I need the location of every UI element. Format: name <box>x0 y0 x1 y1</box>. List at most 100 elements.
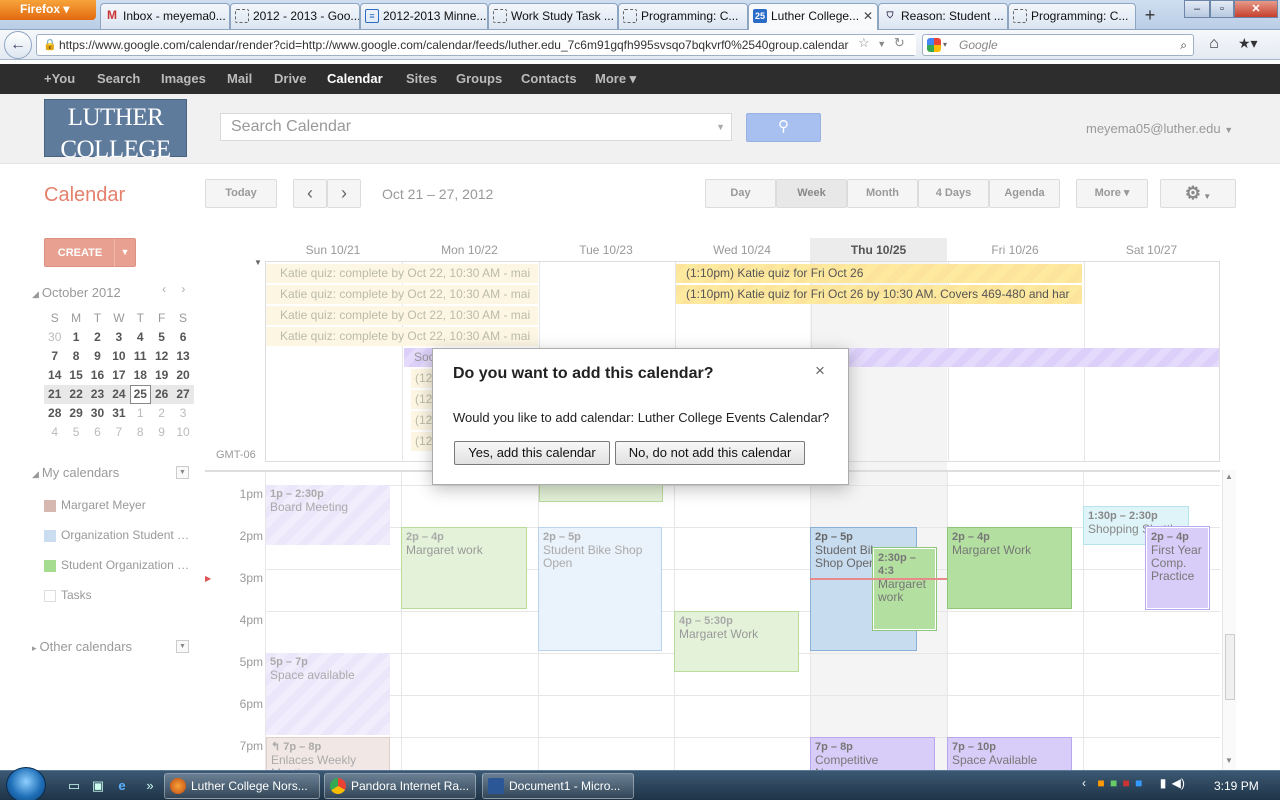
mini-day[interactable]: 5 <box>65 423 86 442</box>
mini-day[interactable]: 30 <box>87 404 108 423</box>
tab-luther-college[interactable]: 25 Luther College... ✕ <box>748 3 878 30</box>
gbar-item-mail[interactable]: Mail <box>227 71 252 86</box>
allday-event[interactable]: Katie quiz: complete by Oct 22, 10:30 AM… <box>266 306 538 325</box>
collapse-allday-icon[interactable]: ▼ <box>254 258 262 267</box>
mini-day[interactable]: 24 <box>108 385 129 404</box>
window-switcher-icon[interactable]: ▣ <box>88 776 108 796</box>
mini-day[interactable]: 8 <box>65 347 86 366</box>
mini-day[interactable]: 9 <box>151 423 172 442</box>
gbar-item-contacts[interactable]: Contacts <box>521 71 577 86</box>
gbar-item-more[interactable]: More ▾ <box>595 71 636 87</box>
calendar-search-input[interactable]: Search Calendar ▼ <box>220 113 732 141</box>
tab-programming[interactable]: Programming: C... <box>618 3 748 29</box>
calendar-event[interactable]: 2p – 4p Margaret Work <box>947 527 1072 609</box>
mini-day[interactable]: 27 <box>172 385 193 404</box>
tray-expand-icon[interactable]: ‹ <box>1082 776 1086 790</box>
mini-day[interactable]: 1 <box>130 404 151 423</box>
task-word[interactable]: Document1 - Micro... <box>482 773 634 799</box>
mini-day[interactable]: 6 <box>172 328 193 347</box>
mini-day[interactable]: 4 <box>130 328 151 347</box>
yes-add-calendar-button[interactable]: Yes, add this calendar <box>454 441 610 465</box>
no-add-calendar-button[interactable]: No, do not add this calendar <box>615 441 805 465</box>
volume-icon[interactable]: ◀) <box>1172 776 1185 790</box>
reload-icon[interactable]: ↻ <box>894 35 905 50</box>
calendar-color-swatch[interactable] <box>44 530 56 542</box>
tab-doc[interactable]: ≡ 2012-2013 Minne... <box>360 3 488 29</box>
dropdown-arrow-icon[interactable]: ▼ <box>877 39 886 49</box>
mini-day[interactable]: 6 <box>87 423 108 442</box>
other-calendars-menu-icon[interactable]: ▼ <box>176 640 189 653</box>
user-account-menu[interactable]: meyema05@luther.edu ▼ <box>1086 121 1236 136</box>
mini-day[interactable]: 15 <box>65 366 86 385</box>
mini-day[interactable]: 19 <box>151 366 172 385</box>
scroll-down-icon[interactable]: ▼ <box>1225 756 1233 765</box>
google-search-engine-icon[interactable] <box>927 38 941 52</box>
gbar-item-groups[interactable]: Groups <box>456 71 502 86</box>
bookmark-star-icon[interactable]: ☆ <box>858 35 870 50</box>
calendar-item-student-organization-funding[interactable]: Student Organization Funding <box>44 556 194 580</box>
view-month-button[interactable]: Month <box>847 179 918 208</box>
scrollbar-thumb[interactable] <box>1225 634 1235 700</box>
settings-button[interactable]: ⚙ ▼ <box>1160 179 1236 208</box>
browser-search-input[interactable]: ▾ Google ⌕ <box>922 34 1194 56</box>
mini-day[interactable]: 2 <box>151 404 172 423</box>
home-icon[interactable]: ⌂ <box>1204 35 1224 55</box>
other-calendars-header[interactable]: ▸ Other calendars <box>32 639 192 654</box>
mini-day[interactable]: 10 <box>172 423 193 442</box>
calendar-event[interactable]: 2p – 4p First Year Comp. Practice <box>1145 526 1210 610</box>
mini-day[interactable]: 16 <box>87 366 108 385</box>
mini-day[interactable]: 13 <box>172 347 193 366</box>
mini-day[interactable]: 28 <box>44 404 65 423</box>
mini-day[interactable]: 21 <box>44 385 65 404</box>
mini-day[interactable]: 23 <box>87 385 108 404</box>
mini-day[interactable]: 8 <box>130 423 151 442</box>
my-calendars-header[interactable]: ◢ My calendars <box>32 465 192 480</box>
calendar-color-swatch[interactable] <box>44 560 56 572</box>
mini-day[interactable]: 30 <box>44 328 65 347</box>
mini-day[interactable]: 7 <box>108 423 129 442</box>
task-chrome[interactable]: Pandora Internet Ra... <box>324 773 476 799</box>
mini-day[interactable]: 2 <box>87 328 108 347</box>
mini-day[interactable]: 22 <box>65 385 86 404</box>
my-calendars-menu-icon[interactable]: ▼ <box>176 466 189 479</box>
mini-day[interactable]: 20 <box>172 366 193 385</box>
search-options-icon[interactable]: ▼ <box>716 114 725 140</box>
day-header-wed[interactable]: Wed 10/24 <box>674 238 810 262</box>
next-week-button[interactable]: › <box>327 179 361 208</box>
show-desktop-icon[interactable]: ▭ <box>64 776 84 796</box>
day-header-tue[interactable]: Tue 10/23 <box>538 238 674 262</box>
allday-event[interactable]: (1:10pm) Katie quiz for Fri Oct 26 by 10… <box>676 285 1082 304</box>
engine-dropdown-icon[interactable]: ▾ <box>943 35 947 55</box>
close-icon[interactable]: × <box>815 361 825 381</box>
tab-work-study[interactable]: Work Study Task ... <box>488 3 618 29</box>
today-button[interactable]: Today <box>205 179 277 208</box>
back-arrow-icon[interactable]: ← <box>4 31 32 59</box>
mini-day[interactable]: 3 <box>172 404 193 423</box>
mini-month-next-icon[interactable]: › <box>181 282 185 296</box>
calendar-event[interactable]: 2p – 5p Student Bike Shop Open <box>538 527 662 651</box>
tab-inbox[interactable]: M Inbox - meyema0... <box>100 3 230 29</box>
close-tab-icon[interactable]: ✕ <box>863 4 873 28</box>
mini-day[interactable]: 9 <box>87 347 108 366</box>
day-header-sat[interactable]: Sat 10/27 <box>1083 238 1220 262</box>
day-header-mon[interactable]: Mon 10/22 <box>401 238 538 262</box>
task-firefox[interactable]: Luther College Nors... <box>164 773 320 799</box>
window-close-icon[interactable]: ✕ <box>1234 0 1278 18</box>
calendar-event[interactable]: 4p – 5:30p Margaret Work <box>674 611 799 672</box>
search-button[interactable]: ⚲ <box>746 113 821 142</box>
more-button[interactable]: More ▾ <box>1076 179 1148 208</box>
gbar-item-you[interactable]: +You <box>44 71 75 86</box>
gbar-item-images[interactable]: Images <box>161 71 206 86</box>
day-header-thu[interactable]: Thu 10/25 <box>810 238 947 262</box>
mini-day[interactable]: 12 <box>151 347 172 366</box>
mini-day[interactable]: 11 <box>130 347 151 366</box>
windows-start-icon[interactable] <box>6 767 46 800</box>
tray-app-icon[interactable]: ■ <box>1110 776 1117 790</box>
gbar-item-calendar[interactable]: Calendar <box>327 71 383 86</box>
calendar-event[interactable]: 5p – 7p Space available <box>266 653 390 735</box>
view-day-button[interactable]: Day <box>705 179 776 208</box>
scroll-up-icon[interactable]: ▲ <box>1225 472 1233 481</box>
internet-explorer-icon[interactable]: e <box>112 776 132 796</box>
mini-day[interactable]: 26 <box>151 385 172 404</box>
view-agenda-button[interactable]: Agenda <box>989 179 1060 208</box>
